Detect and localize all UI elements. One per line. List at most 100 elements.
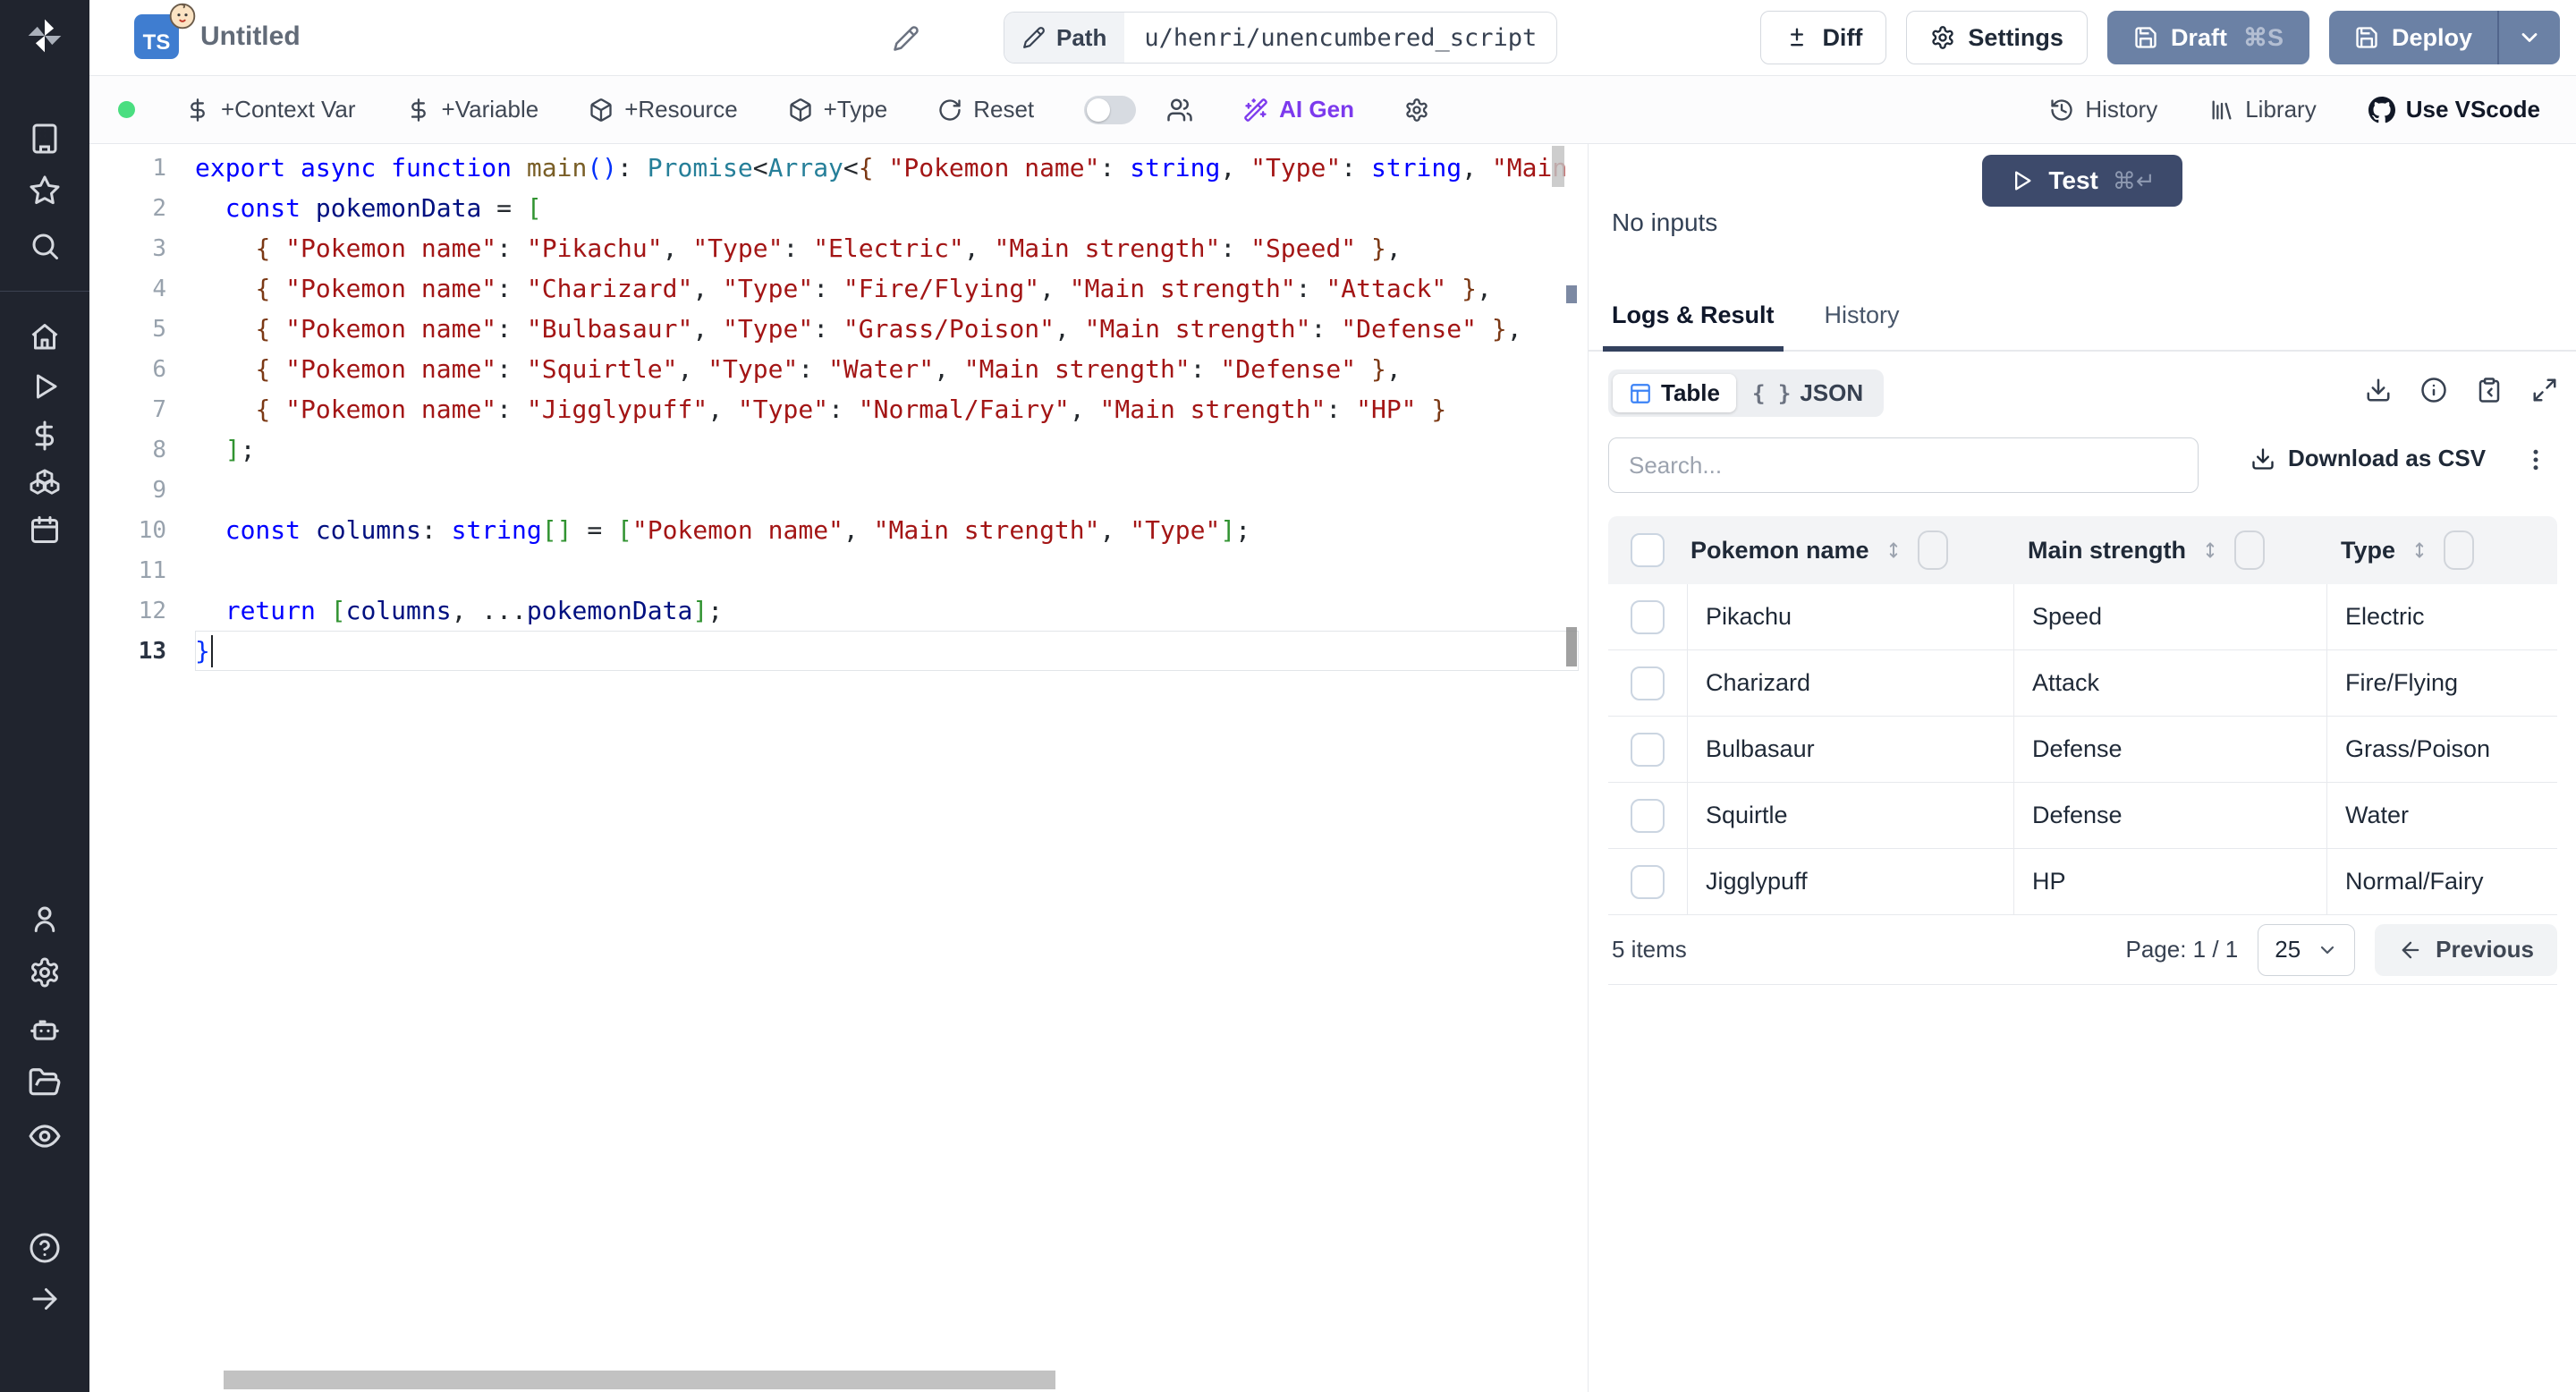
deploy-button[interactable]: Deploy [2329,11,2497,64]
code-editor[interactable]: 1 export async function main(): Promise < A… [89,144,1579,1392]
pencil-icon[interactable] [893,25,919,52]
previous-page-button[interactable]: Previous [2375,923,2557,976]
download-icon[interactable] [2365,377,2392,403]
select-all-checkbox[interactable] [1631,533,1665,567]
add-resource-button[interactable]: +Resource [589,96,738,123]
calendar-icon[interactable] [0,505,89,555]
eye-icon[interactable] [0,1111,89,1161]
sort-icon[interactable] [2408,539,2431,562]
kebab-menu-icon[interactable] [2522,446,2549,473]
diff-button[interactable]: Diff [1760,11,1887,64]
library-button[interactable]: Library [2209,96,2317,123]
sort-icon[interactable] [1882,539,1905,562]
collaborators-button[interactable] [1166,97,1193,123]
reset-button[interactable]: Reset [937,96,1034,123]
search-icon[interactable] [0,221,89,271]
editor-horizontal-scrollbar[interactable] [224,1371,1055,1389]
path-field[interactable]: Path u/henri/unencumbered_script [1004,12,1558,64]
ai-gen-button[interactable]: AI Gen [1243,96,1354,123]
code-line-6[interactable]: 6 { "Pokemon name": "Squirtle", "Type": … [89,349,1579,389]
editor-settings-button[interactable] [1404,98,1429,123]
folder-open-icon[interactable] [0,1057,89,1108]
add-type-button[interactable]: +Type [788,96,887,123]
table-cell: Charizard [1687,649,2013,717]
code-line-3[interactable]: 3 { "Pokemon name": "Pikachu", "Type": "… [89,228,1579,268]
row-checkbox[interactable] [1631,864,1665,899]
add-variable-button[interactable]: +Variable [406,96,538,123]
table-row[interactable]: Pikachu Speed Electric [1608,583,2557,650]
code-line-9[interactable]: 9 [89,470,1579,510]
arrow-right-icon[interactable] [0,1274,89,1324]
row-checkbox[interactable] [1631,732,1665,767]
items-count: 5 items [1612,936,1687,963]
page-size-select[interactable]: 25 [2258,923,2356,976]
row-checkbox[interactable] [1631,666,1665,700]
tab-history[interactable]: History [1825,294,1900,350]
view-json-button[interactable]: { } JSON [1736,374,1879,412]
star-icon[interactable] [0,166,89,216]
dollar-icon[interactable] [0,411,89,461]
tab-logs-result[interactable]: Logs & Result [1603,294,1784,352]
test-button[interactable]: Test ⌘↵ [1982,155,2182,207]
code-line-2[interactable]: 2 const pokemonData = [ [89,188,1579,228]
line-content: { "Pokemon name": "Bulbasaur", "Type": "… [255,314,1522,344]
code-line-10[interactable]: 10 const columns: string[] = ["Pokemon n… [89,510,1579,550]
download-csv-button[interactable]: Download as CSV [2250,445,2486,472]
download-icon [2250,446,2275,471]
code-line-1[interactable]: 1 export async function main(): Promise < A… [89,148,1579,188]
search-input[interactable] [1608,437,2199,493]
draft-button[interactable]: Draft ⌘S [2106,11,2309,64]
overview-ruler-mark [1566,285,1577,303]
clipboard-copy-icon[interactable] [2476,377,2503,403]
editor-vertical-scrollbar[interactable] [1552,146,1564,187]
table-cell: Defense [2013,782,2326,849]
row-checkbox[interactable] [1631,599,1665,634]
sort-icon[interactable] [2199,539,2222,562]
code-line-4[interactable]: 4 { "Pokemon name": "Charizard", "Type":… [89,268,1579,309]
robot-icon[interactable] [0,1004,89,1054]
code-line-5[interactable]: 5 { "Pokemon name": "Bulbasaur", "Type":… [89,309,1579,349]
code-line-13[interactable]: 13} [89,631,1579,671]
line-content [195,550,1579,590]
column-handle[interactable] [2444,530,2475,570]
gear-icon[interactable] [0,947,89,997]
add-context-var-button[interactable]: +Context Var [185,96,356,123]
code-line-12[interactable]: 12 return [columns, ... pokemonData]; [89,590,1579,631]
deploy-dropdown-button[interactable] [2499,11,2560,64]
table-body: Pikachu Speed Electric Charizard Attack Fire/… [1608,583,2557,915]
table-footer: 5 items Page: 1 / 1 25 Previous [1608,915,2557,985]
settings-button[interactable]: Settings [1906,11,2088,64]
home-icon[interactable] [0,312,89,362]
boxes-icon[interactable] [0,455,89,505]
code-line-8[interactable]: 8 ]; [89,429,1579,470]
code-line-7[interactable]: 7 { "Pokemon name": "Jigglypuff", "Type"… [89,389,1579,429]
row-checkbox[interactable] [1631,798,1665,833]
users-icon [1166,97,1193,123]
history-button[interactable]: History [2049,96,2157,123]
line-content: export async function main(): Promise < Ar… [195,153,1568,182]
expand-icon[interactable] [2531,377,2558,403]
diff-mode-toggle[interactable] [1084,95,1137,124]
table-row[interactable]: Charizard Attack Fire/Flying [1608,649,2557,717]
table-row[interactable]: Jigglypuff HP Normal/Fairy [1608,848,2557,915]
play-icon[interactable] [0,361,89,412]
line-number: 7 [152,395,166,423]
path-value[interactable]: u/henri/unencumbered_script [1124,13,1556,63]
column-handle[interactable] [1917,530,1948,570]
column-handle[interactable] [2234,530,2266,570]
windmill-logo[interactable] [0,11,89,61]
user-icon[interactable] [0,894,89,944]
use-vscode-button[interactable]: Use VScode [2368,96,2540,123]
info-icon[interactable] [2420,377,2447,403]
no-inputs-label: No inputs [1612,208,1718,236]
building-icon[interactable] [0,114,89,164]
code-line-11[interactable]: 11 [89,550,1579,590]
top-bar: TS Untitled Path u/henri/unencumbered_sc… [89,0,2576,76]
code-lines: 1 export async function main(): Promise < A… [89,144,1579,671]
github-icon [2368,96,2395,123]
help-icon[interactable] [0,1223,89,1273]
chevron-down-icon [2317,939,2338,961]
table-row[interactable]: Squirtle Defense Water [1608,782,2557,849]
view-table-button[interactable]: Table [1613,374,1736,412]
table-row[interactable]: Bulbasaur Defense Grass/Poison [1608,716,2557,783]
